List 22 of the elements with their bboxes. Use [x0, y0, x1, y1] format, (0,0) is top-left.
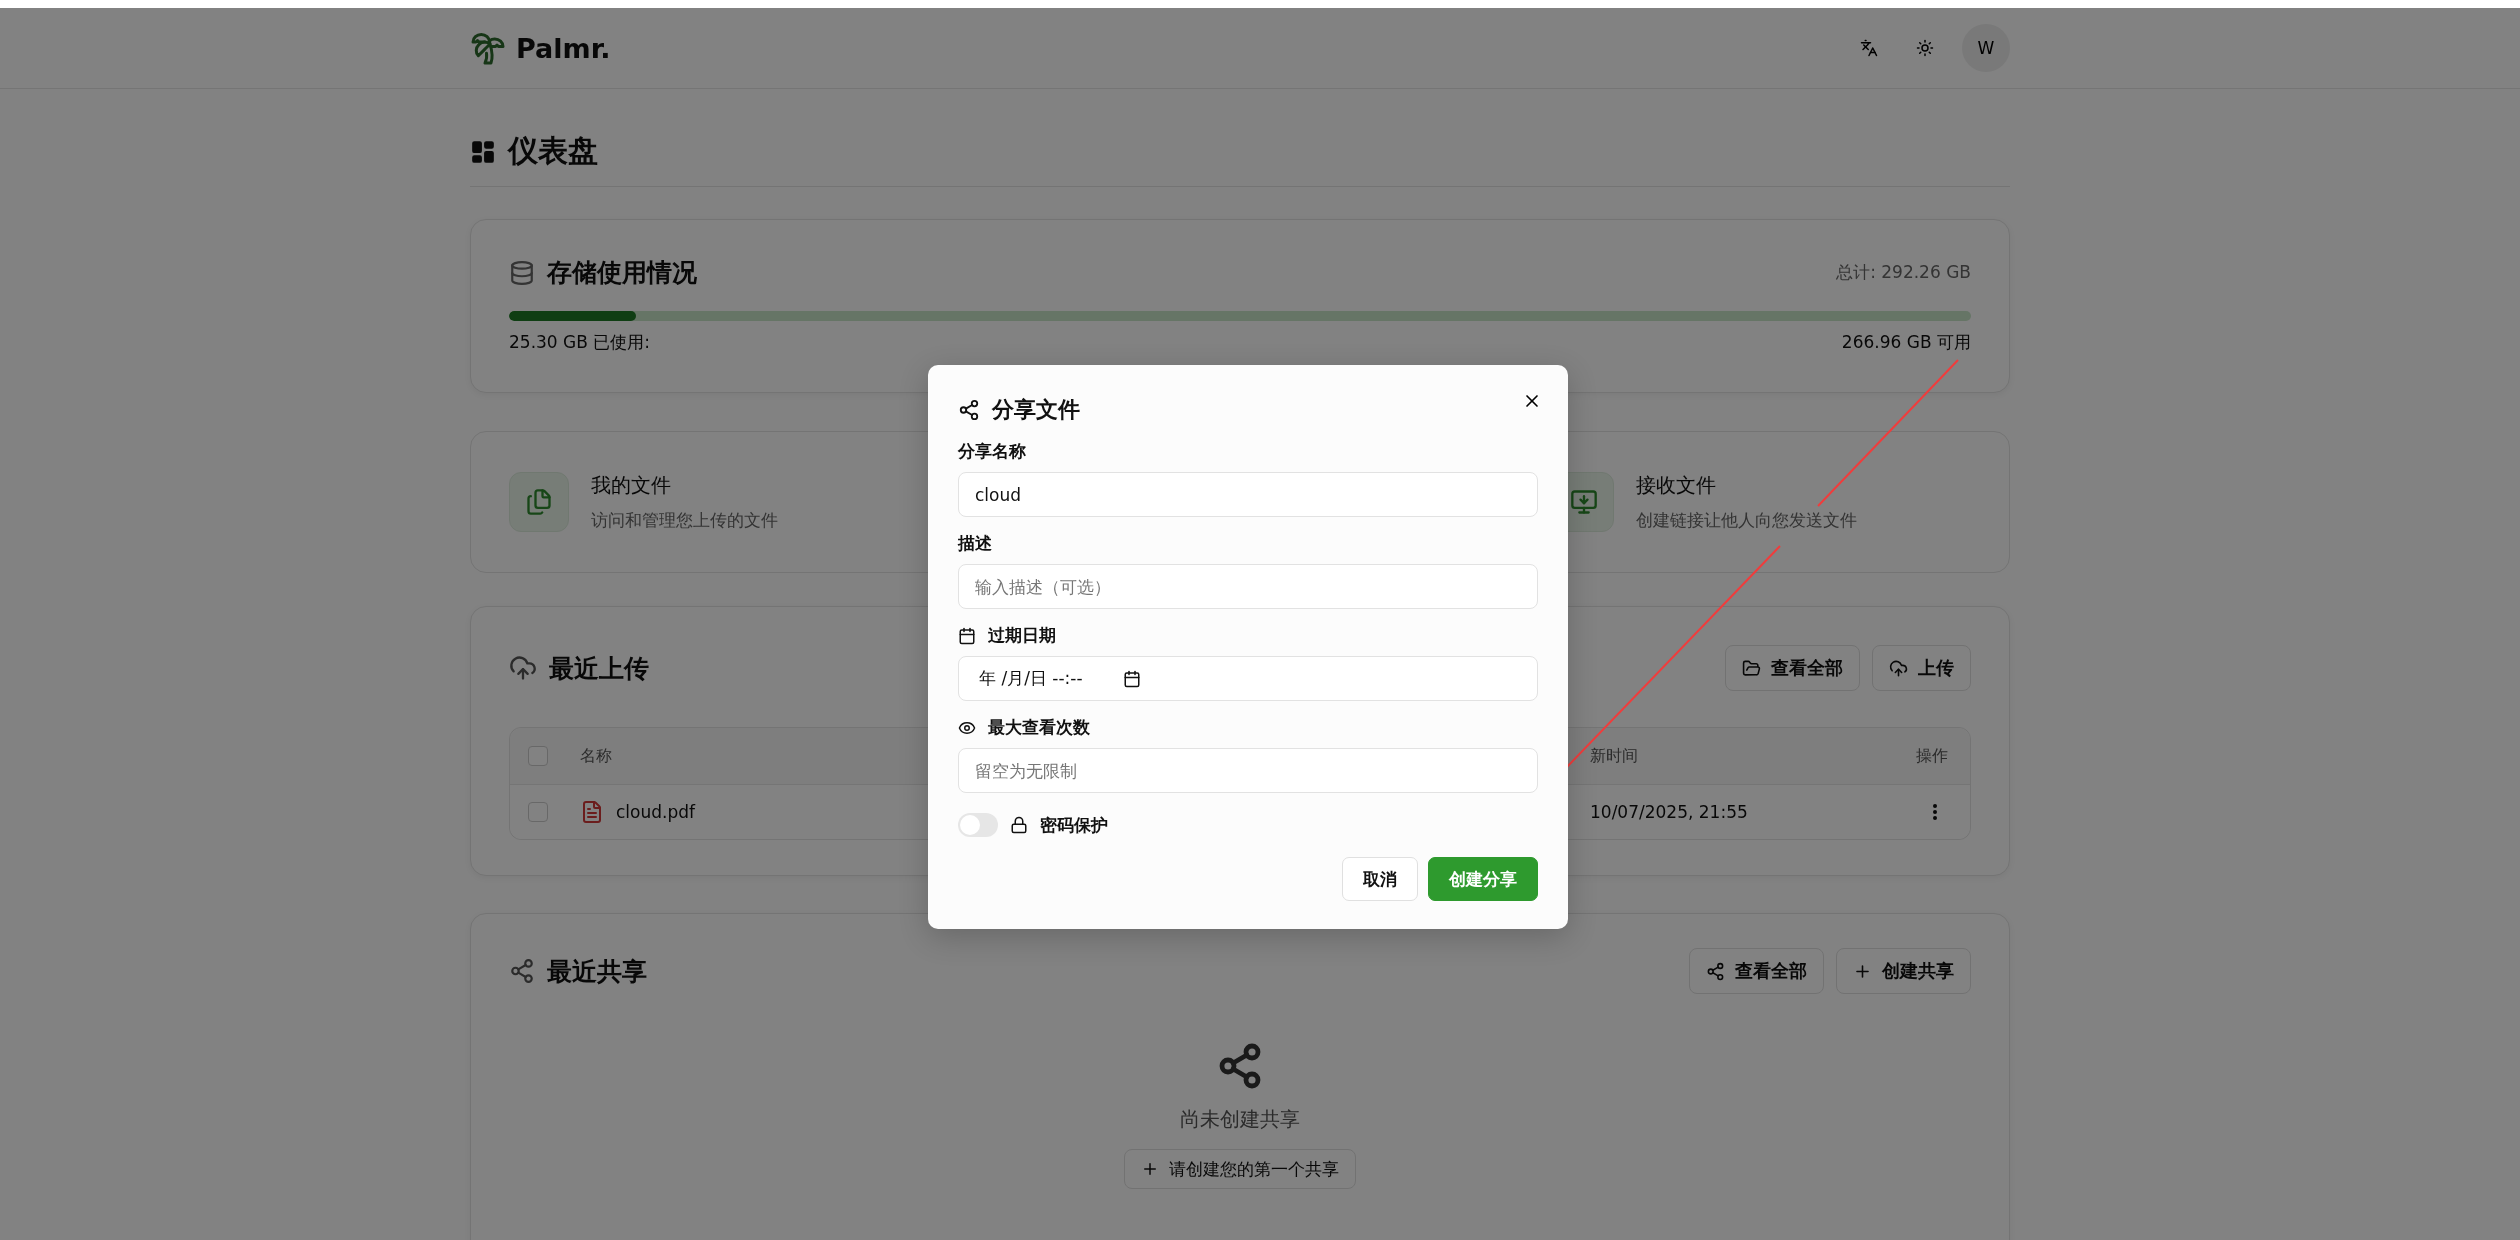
- empty-message: 尚未创建共享: [1180, 1106, 1300, 1133]
- field-label: 最大查看次数: [988, 716, 1090, 739]
- card-title: 最近上传: [549, 652, 649, 685]
- storage-total: 总计: 292.26 GB: [1836, 261, 1971, 284]
- card-description: 创建链接让他人向您发送文件: [1636, 509, 1858, 532]
- toggle-label: 密码保护: [1040, 813, 1108, 837]
- used-space: 25.30 GB 已使用:: [509, 331, 651, 354]
- column-header: 新时间: [1590, 745, 1639, 767]
- page-title: 仪表盘: [508, 132, 598, 170]
- card-title: 接收文件: [1636, 472, 1718, 499]
- dialog-title: 分享文件: [992, 396, 1080, 424]
- logo-text: Palmr.: [516, 32, 611, 64]
- card-description: 访问和管理您上传的文件: [591, 509, 778, 532]
- field-label: 过期日期: [988, 624, 1056, 647]
- card-title: 我的文件: [591, 472, 672, 499]
- file-name: cloud.pdf: [616, 802, 695, 822]
- card-title: 存储使用情况: [547, 257, 697, 289]
- column-header: 操作: [1916, 745, 1948, 767]
- card-title: 最近共享: [547, 955, 647, 988]
- column-header: 名称: [580, 745, 613, 767]
- table-cell-text: 10/07/2025, 21:55: [1590, 802, 1749, 822]
- available-space: 266.96 GB 可用: [1841, 331, 1971, 354]
